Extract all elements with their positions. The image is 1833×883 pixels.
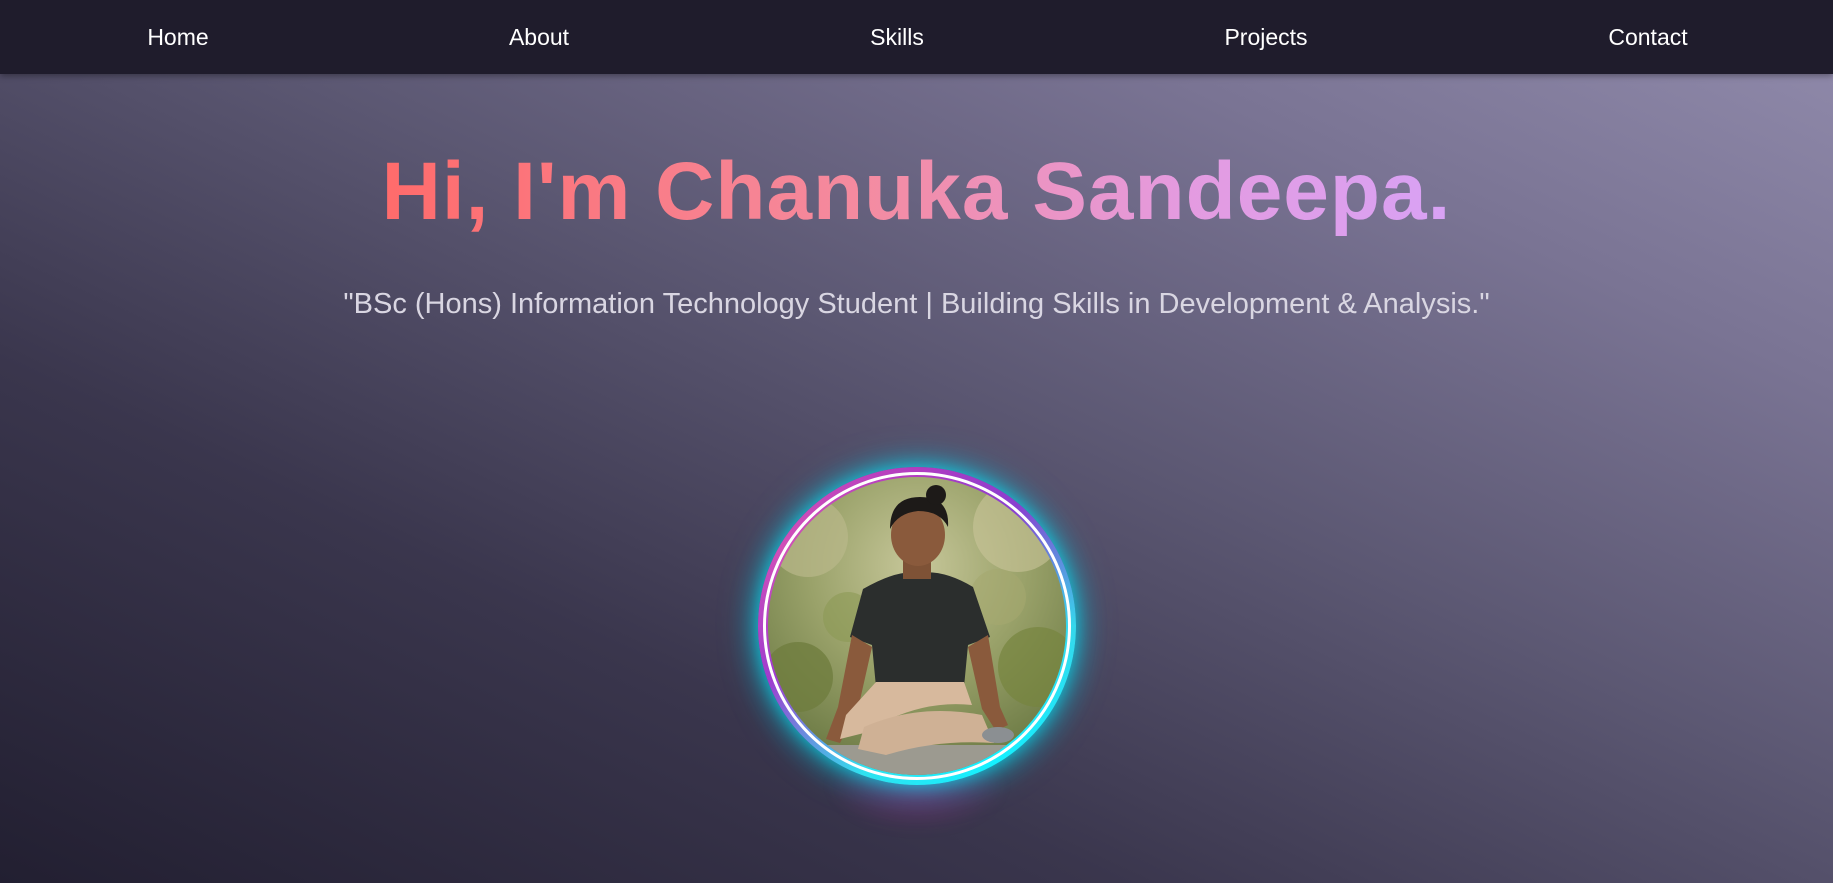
profile-photo-illustration bbox=[768, 477, 1066, 775]
navbar: Home About Skills Projects Contact bbox=[0, 0, 1833, 74]
nav-link-projects[interactable]: Projects bbox=[1224, 22, 1307, 52]
hero-subtitle: "BSc (Hons) Information Technology Stude… bbox=[343, 288, 1490, 320]
hero-title-text: Hi, I'm Chanuka Sandeepa. bbox=[381, 146, 1452, 237]
nav-link-home[interactable]: Home bbox=[147, 22, 208, 52]
nav-link-skills[interactable]: Skills bbox=[870, 22, 924, 52]
profile-photo bbox=[768, 477, 1066, 775]
hero-title: Hi, I'm Chanuka Sandeepa. bbox=[0, 144, 1833, 240]
nav-link-about[interactable]: About bbox=[509, 22, 569, 52]
nav-link-contact[interactable]: Contact bbox=[1608, 22, 1687, 52]
